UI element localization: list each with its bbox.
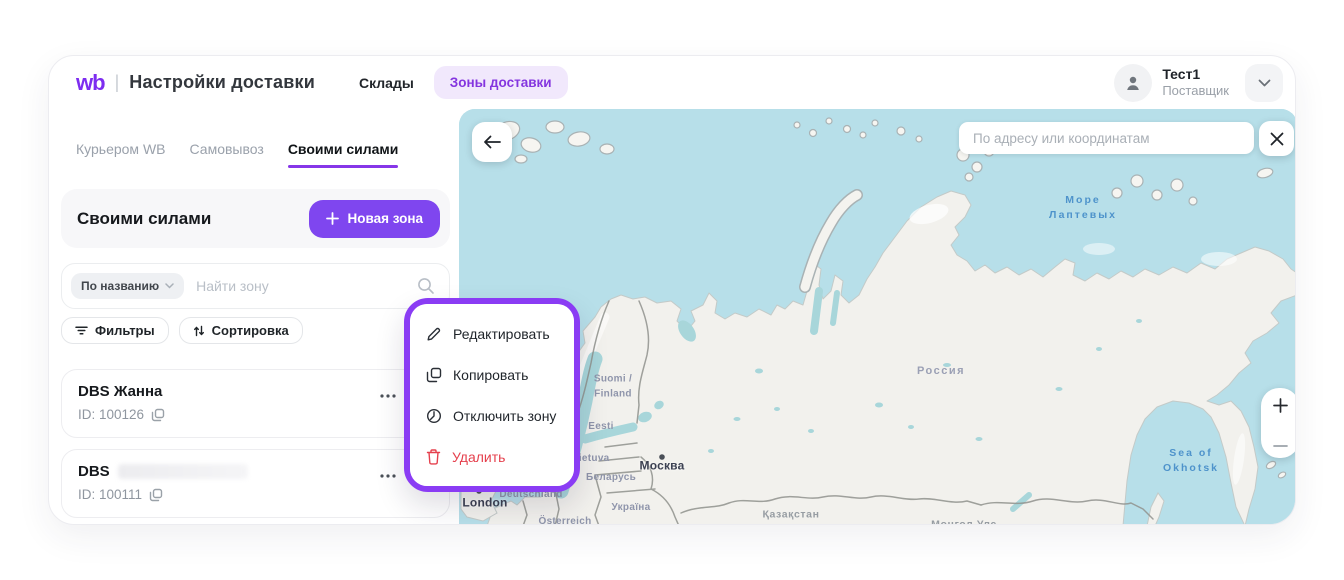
tab-wb-courier[interactable]: Курьером WB [76, 141, 166, 168]
sort-button[interactable]: Сортировка [179, 317, 303, 344]
delivery-method-tabs: Курьером WB Самовывоз Своими силами [76, 141, 398, 168]
user-menu-button[interactable] [1245, 64, 1283, 102]
close-icon [1270, 132, 1284, 146]
map-back-button[interactable] [472, 122, 512, 162]
filters-label: Фильтры [95, 323, 155, 338]
new-zone-button[interactable]: Новая зона [309, 200, 440, 238]
copy-id-icon[interactable] [149, 488, 163, 502]
user-block: Тест1 Поставщик [1114, 64, 1283, 102]
zone-search-input[interactable] [194, 277, 417, 295]
map-zoom-control [1261, 388, 1296, 458]
sort-icon [193, 325, 205, 337]
menu-item-edit[interactable]: Редактировать [410, 313, 574, 354]
screen: wb | Настройки доставки Склады Зоны дост… [0, 0, 1344, 580]
zone-context-menu: Редактировать Копировать Отключить зону … [404, 298, 580, 492]
person-icon [1124, 74, 1142, 92]
copy-id-icon[interactable] [151, 408, 165, 422]
search-category-select[interactable]: По названию [71, 273, 184, 299]
new-zone-label: Новая зона [347, 211, 423, 226]
avatar[interactable] [1114, 64, 1152, 102]
logo-divider: | [115, 72, 120, 93]
nav-warehouses[interactable]: Склады [349, 67, 424, 99]
user-role: Поставщик [1162, 83, 1229, 99]
dots-icon [380, 474, 396, 478]
map-close-button[interactable] [1259, 121, 1294, 156]
plus-icon [326, 212, 339, 225]
tab-pickup[interactable]: Самовывоз [190, 141, 264, 168]
map-search-input[interactable] [971, 130, 1242, 147]
menu-item-label: Удалить [452, 449, 505, 465]
zone-actions-button[interactable] [377, 386, 399, 406]
page-title: Настройки доставки [129, 72, 315, 93]
pencil-icon [426, 326, 442, 342]
filter-icon [75, 325, 88, 336]
zone-search-bar: По названию [61, 263, 450, 309]
zone-actions-button[interactable] [377, 466, 399, 486]
header-nav: Склады Зоны доставки [349, 66, 568, 99]
menu-item-disable[interactable]: Отключить зону [410, 395, 574, 436]
redacted-text [118, 464, 248, 479]
app-window: wb | Настройки доставки Склады Зоны дост… [48, 55, 1296, 525]
minus-icon [1273, 444, 1288, 448]
chevron-down-icon [1258, 79, 1271, 87]
zone-list-item[interactable]: DBS ID: 100111 [61, 449, 450, 518]
map-geography [459, 109, 1296, 525]
tab-own-delivery[interactable]: Своими силами [288, 141, 399, 168]
copy-icon [426, 367, 442, 383]
plus-icon [1273, 398, 1288, 413]
trash-icon [426, 449, 441, 465]
chevron-down-icon [165, 283, 174, 289]
zone-name: DBS [78, 463, 110, 480]
arrow-left-icon [483, 135, 501, 149]
dots-icon [380, 394, 396, 398]
menu-item-copy[interactable]: Копировать [410, 354, 574, 395]
user-info: Тест1 Поставщик [1162, 66, 1229, 100]
search-category-value: По названию [81, 279, 159, 293]
menu-item-label: Копировать [453, 367, 528, 383]
zone-id: ID: 100111 [78, 487, 142, 502]
zoom-out-button[interactable] [1261, 444, 1296, 448]
disable-icon [426, 408, 442, 424]
nav-delivery-zones[interactable]: Зоны доставки [434, 66, 568, 99]
menu-item-delete[interactable]: Удалить [410, 436, 574, 477]
menu-item-label: Отключить зону [453, 408, 556, 424]
map-canvas[interactable]: Море Лаптевых Россия Suomi / Finland Ees… [459, 109, 1296, 525]
zone-name: DBS Жанна [78, 383, 162, 400]
filters-button[interactable]: Фильтры [61, 317, 169, 344]
zoom-in-button[interactable] [1261, 398, 1296, 413]
list-toolbar: Фильтры Сортировка [61, 317, 303, 344]
menu-item-label: Редактировать [453, 326, 550, 342]
section-title: Своими силами [77, 209, 211, 229]
search-icon [417, 277, 435, 295]
zone-list-item[interactable]: DBS Жанна ID: 100126 [61, 369, 450, 438]
zone-id: ID: 100126 [78, 407, 144, 422]
wb-logo: wb [76, 70, 105, 96]
user-name: Тест1 [1162, 66, 1229, 84]
map-search-bar [959, 122, 1254, 154]
header: wb | Настройки доставки Склады Зоны дост… [49, 56, 1295, 109]
section-header: Своими силами Новая зона [61, 189, 450, 248]
sort-label: Сортировка [212, 323, 289, 338]
